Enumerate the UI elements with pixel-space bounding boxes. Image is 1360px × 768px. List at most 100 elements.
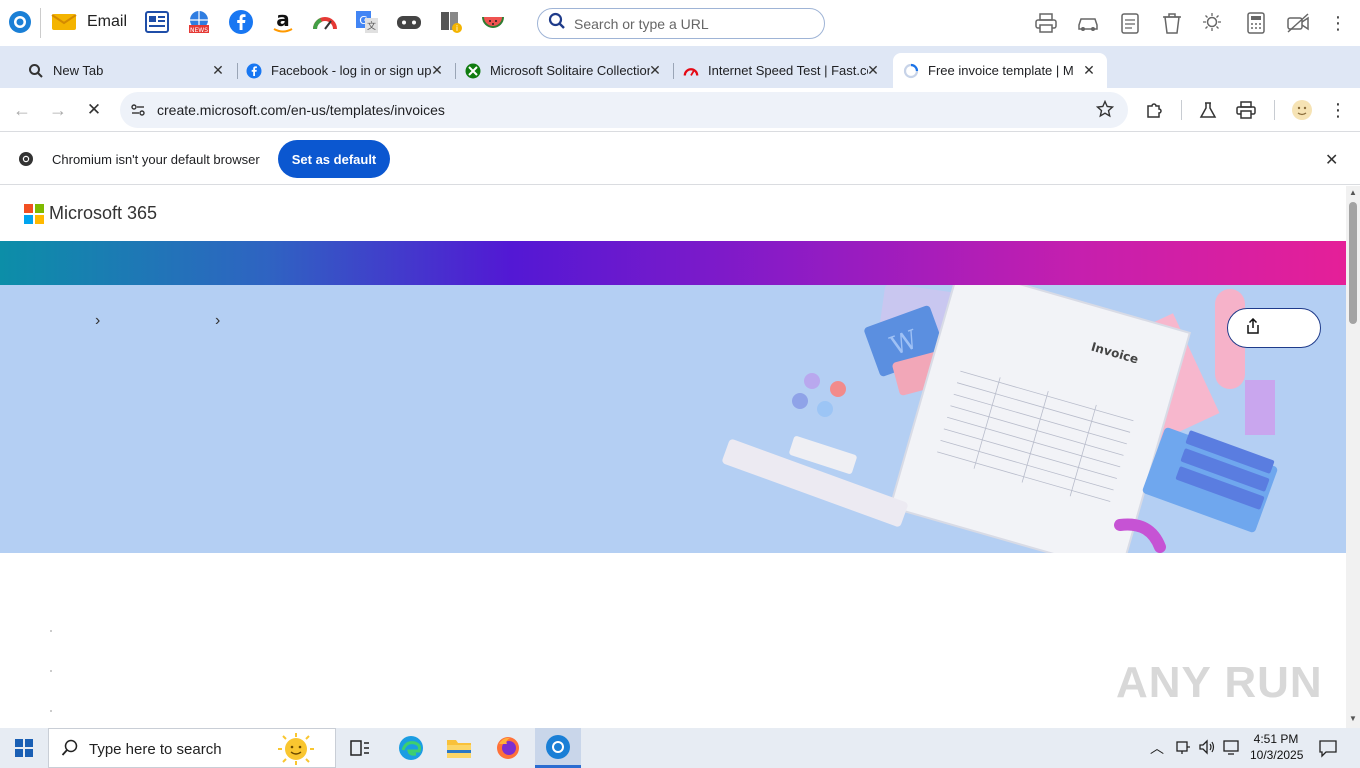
watermelon-icon[interactable] — [479, 8, 507, 36]
translate-icon[interactable]: G文 — [353, 8, 381, 36]
taskbar-search-placeholder: Type here to search — [89, 741, 222, 758]
tab-facebook[interactable]: Facebook - log in or sign up ✕ — [237, 53, 455, 88]
file-explorer-icon[interactable] — [443, 732, 475, 764]
network-icon[interactable] — [1175, 739, 1191, 760]
chromium-taskbar-icon[interactable] — [535, 728, 581, 768]
clock-date: 10/3/2025 — [1250, 748, 1304, 762]
browser-menu-icon[interactable]: ⋮ — [1326, 98, 1350, 122]
trash-icon[interactable] — [1160, 11, 1184, 35]
anyrun-watermark: ANY RUN — [1116, 658, 1323, 707]
search-icon — [61, 739, 79, 762]
microsoft-365-logo[interactable]: Microsoft 365 — [24, 203, 157, 224]
video-off-icon[interactable] — [1286, 11, 1310, 35]
site-info-icon[interactable] — [130, 102, 146, 123]
profile-avatar[interactable] — [1290, 98, 1314, 122]
scrollbar-thumb[interactable] — [1349, 202, 1357, 324]
svg-text:文: 文 — [367, 20, 376, 32]
windows-start-icon[interactable] — [8, 732, 40, 764]
quick-search-input[interactable]: Search or type a URL — [537, 8, 825, 39]
xbox-icon — [465, 63, 481, 79]
search-icon — [548, 12, 566, 35]
facebook-icon — [246, 63, 262, 79]
list-bullet — [50, 630, 52, 632]
book-info-icon[interactable]: i — [437, 8, 465, 36]
display-icon[interactable] — [1223, 739, 1241, 760]
more-menu-icon[interactable]: ⋮ — [1326, 11, 1350, 35]
tab-title: Facebook - log in or sign up — [271, 63, 431, 78]
search-icon — [28, 63, 44, 79]
email-icon[interactable] — [50, 8, 78, 36]
news-globe-icon[interactable]: NEWS — [185, 8, 213, 36]
list-bullet — [50, 710, 52, 712]
back-arrow-icon[interactable]: ← — [10, 98, 34, 122]
game-controller-icon[interactable] — [395, 8, 423, 36]
svg-text:NEWS: NEWS — [190, 27, 208, 34]
scroll-down-arrow-icon[interactable]: ▼ — [1349, 714, 1357, 723]
list-bullet — [50, 670, 52, 672]
scroll-up-arrow-icon[interactable]: ▲ — [1349, 188, 1357, 197]
url-text: create.microsoft.com/en-us/templates/inv… — [157, 102, 445, 118]
sun-weather-icon — [267, 731, 325, 768]
tab-title: Microsoft Solitaire Collection — [490, 63, 650, 78]
loading-spinner-icon — [903, 63, 919, 79]
toolbar-separator — [1274, 100, 1275, 120]
tab-close-icon[interactable]: ✕ — [1081, 62, 1097, 78]
breadcrumb-chevron-icon: › — [95, 312, 101, 329]
tab-new-tab[interactable]: New Tab ✕ — [18, 53, 236, 88]
address-bar[interactable]: create.microsoft.com/en-us/templates/inv… — [120, 92, 1128, 128]
chromium-logo-icon — [18, 151, 34, 172]
edge-browser-icon[interactable] — [395, 732, 427, 764]
task-view-icon[interactable] — [344, 732, 376, 764]
volume-icon[interactable] — [1198, 739, 1216, 760]
speed-gauge-icon[interactable] — [311, 8, 339, 36]
stop-loading-icon[interactable]: ✕ — [82, 98, 106, 122]
amazon-icon[interactable]: a — [269, 8, 297, 36]
notes-icon[interactable] — [1118, 11, 1142, 35]
tab-fast-com[interactable]: Internet Speed Test | Fast.com ✕ — [673, 53, 891, 88]
tab-close-icon[interactable]: ✕ — [429, 62, 445, 78]
svg-text:a: a — [276, 9, 290, 31]
taskbar-search-box[interactable]: Type here to search — [48, 728, 336, 768]
tab-title: Internet Speed Test | Fast.com — [708, 63, 868, 78]
bookmark-star-icon[interactable] — [1095, 99, 1115, 123]
microsoft-logo-icon — [24, 203, 44, 224]
browser-logo-icon[interactable] — [6, 8, 34, 36]
share-button[interactable] — [1227, 308, 1321, 348]
tab-invoice-templates[interactable]: Free invoice template | Micro ✕ — [893, 53, 1107, 88]
search-placeholder: Search or type a URL — [574, 15, 709, 32]
page-scrollbar[interactable]: ▲ ▼ — [1346, 186, 1360, 728]
infobar-close-icon[interactable]: ✕ — [1325, 150, 1338, 170]
extensions-puzzle-icon[interactable] — [1143, 98, 1167, 122]
tray-overflow-chevron-icon[interactable]: ︿ — [1150, 738, 1164, 758]
toolbar-separator — [1181, 100, 1182, 120]
windows-taskbar: Type here to search ︿ 4:51 PM 10/3/2025 — [0, 728, 1360, 768]
email-link[interactable]: Email — [87, 13, 127, 31]
print-icon[interactable] — [1234, 98, 1258, 122]
infobar-message: Chromium isn't your default browser — [52, 152, 260, 167]
weather-icon[interactable] — [1202, 11, 1226, 35]
tab-close-icon[interactable]: ✕ — [647, 62, 663, 78]
hero-banner: › › W Invoice — [0, 285, 1346, 553]
brand-gradient-banner — [0, 241, 1346, 285]
facebook-icon[interactable] — [227, 8, 255, 36]
tab-close-icon[interactable]: ✕ — [210, 62, 226, 78]
quick-access-bar: Email NEWS a G文 i Search or type a URL ⋮ — [0, 0, 1360, 46]
forward-arrow-icon[interactable]: → — [46, 98, 70, 122]
set-as-default-button[interactable]: Set as default — [278, 140, 390, 178]
firefox-icon[interactable] — [492, 732, 524, 764]
share-icon — [1246, 317, 1260, 339]
tab-solitaire[interactable]: Microsoft Solitaire Collection ✕ — [455, 53, 673, 88]
calculator-icon[interactable] — [1244, 11, 1268, 35]
svg-text:i: i — [456, 24, 458, 33]
tray-clock[interactable]: 4:51 PM 10/3/2025 — [1250, 731, 1304, 763]
browser-toolbar: ← → ✕ create.microsoft.com/en-us/templat… — [0, 88, 1360, 132]
car-icon[interactable] — [1076, 11, 1100, 35]
tab-close-icon[interactable]: ✕ — [865, 62, 881, 78]
breadcrumb-chevron-icon: › — [215, 312, 221, 329]
speedometer-icon — [683, 63, 699, 79]
tab-title: New Tab — [53, 63, 104, 78]
labs-flask-icon[interactable] — [1196, 98, 1220, 122]
printer-icon[interactable] — [1034, 11, 1058, 35]
notifications-icon[interactable] — [1318, 738, 1338, 763]
news-feed-icon[interactable] — [143, 8, 171, 36]
